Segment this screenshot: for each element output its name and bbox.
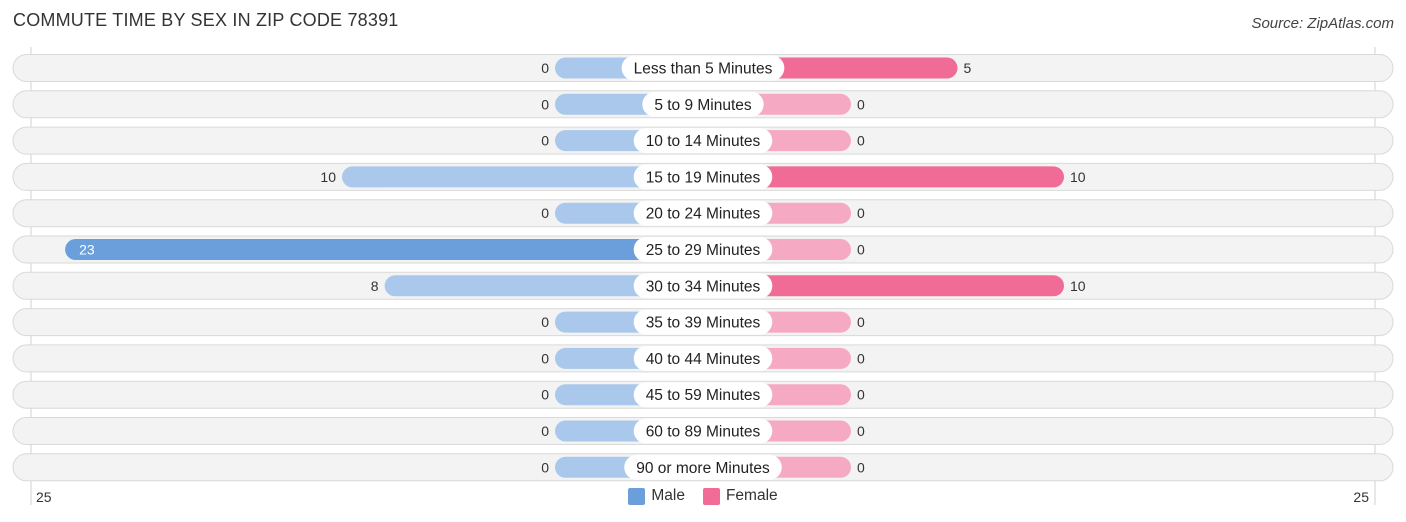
legend-item-male[interactable]: Male — [628, 487, 685, 505]
male-value-label: 0 — [541, 96, 549, 112]
female-value-label: 0 — [857, 314, 865, 330]
legend-swatch-male — [628, 487, 646, 505]
male-value-label: 0 — [541, 423, 549, 439]
category-label: 25 to 29 Minutes — [646, 242, 761, 259]
female-value-label: 0 — [857, 96, 865, 112]
female-value-label: 0 — [857, 459, 865, 475]
category-label: 90 or more Minutes — [636, 460, 770, 477]
male-value-label: 0 — [541, 60, 549, 76]
female-value-label: 5 — [964, 60, 972, 76]
male-value-label: 23 — [79, 242, 95, 258]
legend-label-female: Female — [725, 487, 778, 504]
male-value-label: 0 — [541, 314, 549, 330]
legend-swatch-female — [702, 487, 720, 505]
category-label: 30 to 34 Minutes — [646, 278, 761, 295]
category-label: 15 to 19 Minutes — [646, 169, 761, 186]
female-value-label: 0 — [857, 423, 865, 439]
category-label: 45 to 59 Minutes — [646, 387, 761, 404]
category-label: 10 to 14 Minutes — [646, 133, 761, 150]
category-label: 20 to 24 Minutes — [646, 206, 761, 223]
category-label: Less than 5 Minutes — [634, 61, 773, 78]
legend-label-male: Male — [651, 487, 685, 504]
female-value-label: 0 — [857, 350, 865, 366]
male-bar — [65, 239, 704, 260]
female-value-label: 0 — [857, 242, 865, 258]
category-label: 5 to 9 Minutes — [654, 97, 752, 114]
category-label: 60 to 89 Minutes — [646, 424, 761, 441]
male-value-label: 10 — [320, 169, 336, 185]
male-value-label: 0 — [541, 350, 549, 366]
male-value-label: 0 — [541, 133, 549, 149]
category-label: 35 to 39 Minutes — [646, 315, 761, 332]
male-value-label: 0 — [541, 459, 549, 475]
chart-area: Less than 5 Minutes 0 5 5 to 9 Minutes 0 0 10 … — [12, 47, 1394, 505]
female-value-label: 10 — [1070, 278, 1086, 294]
male-value-label: 0 — [541, 387, 549, 403]
male-value-label: 0 — [541, 205, 549, 221]
male-value-label: 8 — [371, 278, 379, 294]
female-value-label: 0 — [857, 133, 865, 149]
female-value-label: 10 — [1070, 169, 1086, 185]
female-value-label: 0 — [857, 387, 865, 403]
legend: Male Female — [0, 487, 1406, 505]
legend-item-female[interactable]: Female — [702, 487, 778, 505]
female-value-label: 0 — [857, 205, 865, 221]
category-label: 40 to 44 Minutes — [646, 351, 761, 368]
